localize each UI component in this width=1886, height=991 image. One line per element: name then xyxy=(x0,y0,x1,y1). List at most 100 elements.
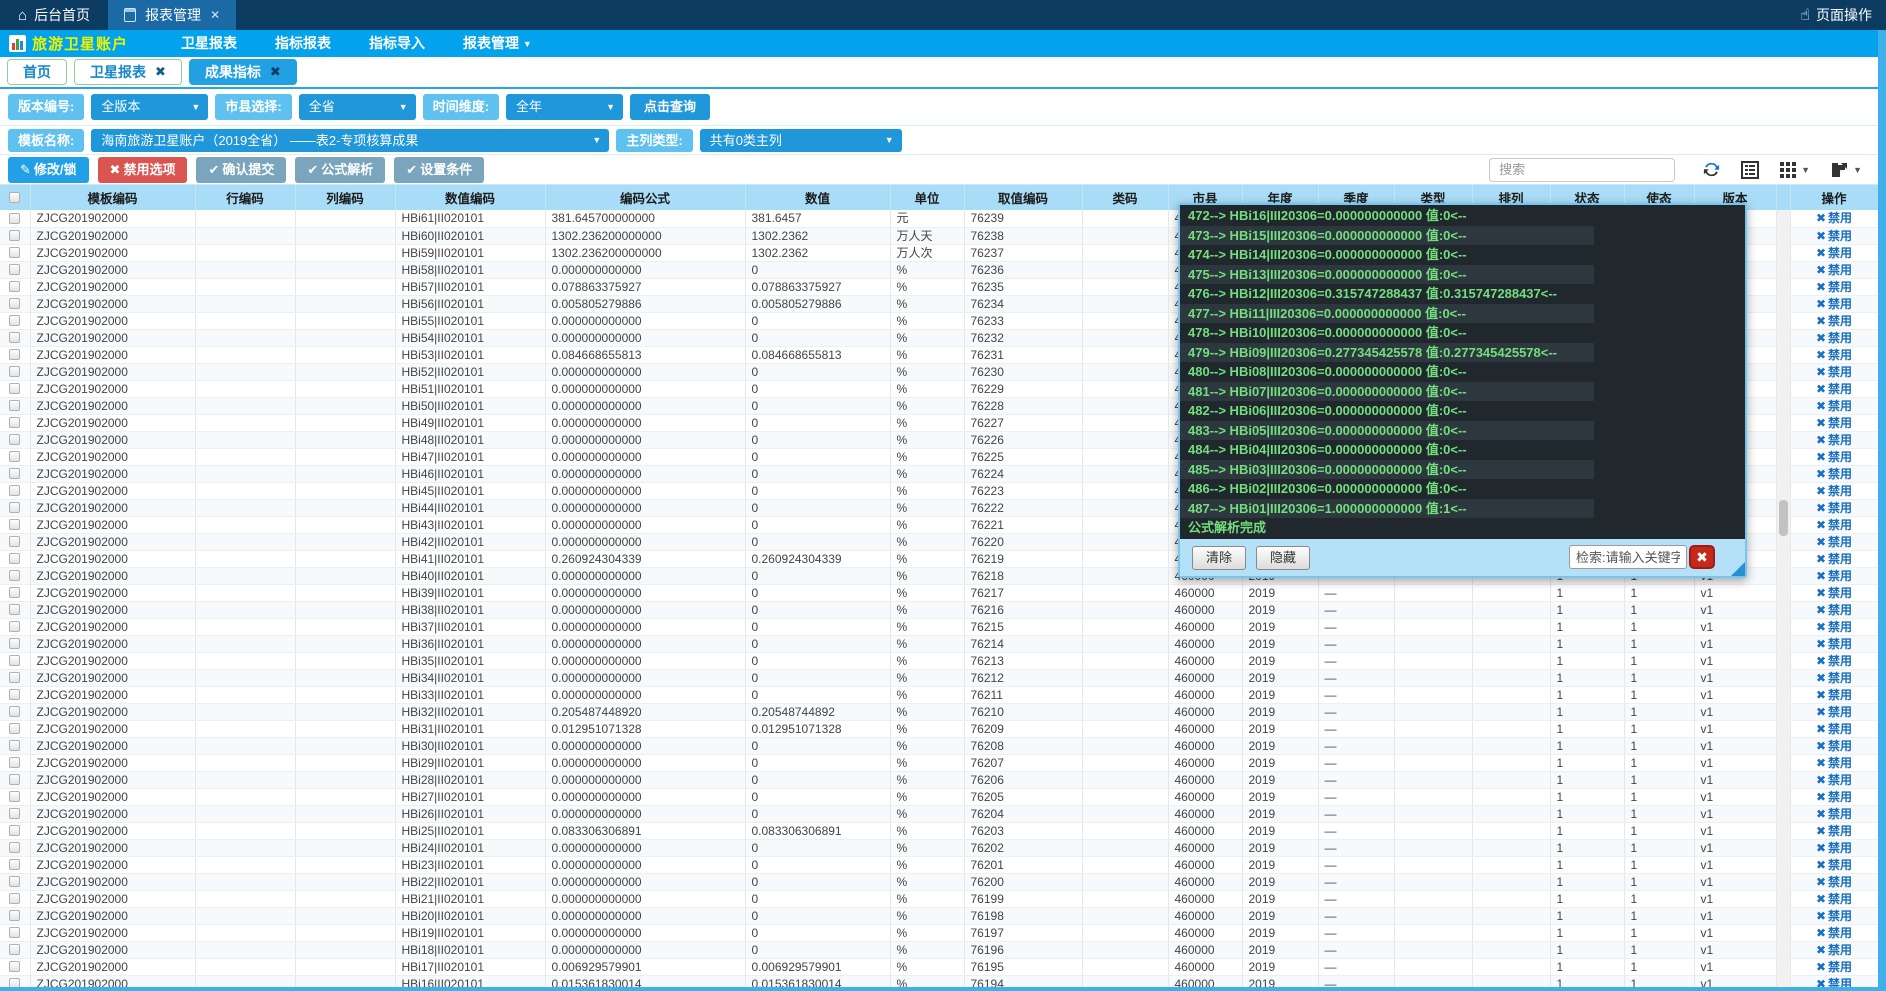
cell-select[interactable] xyxy=(0,329,30,346)
cell-select[interactable] xyxy=(0,822,30,839)
cell-select[interactable] xyxy=(0,533,30,550)
row-checkbox[interactable] xyxy=(9,859,20,870)
row-checkbox[interactable] xyxy=(9,944,20,955)
cell-select[interactable] xyxy=(0,363,30,380)
disable-link[interactable]: 禁用 xyxy=(1828,841,1852,855)
tab-satellite-report[interactable]: 卫星报表 ✖ xyxy=(74,59,182,85)
row-checkbox[interactable] xyxy=(9,842,20,853)
row-checkbox[interactable] xyxy=(9,485,20,496)
row-checkbox[interactable] xyxy=(9,638,20,649)
table-row[interactable]: ZJCG201902000HBi25|II0201010.08330630689… xyxy=(0,822,1878,839)
table-row[interactable]: ZJCG201902000HBi30|II0201010.00000000000… xyxy=(0,737,1878,754)
district-select[interactable]: 全省▼ xyxy=(299,94,416,120)
time-dimension-select[interactable]: 全年▼ xyxy=(506,94,623,120)
row-checkbox[interactable] xyxy=(9,417,20,428)
row-checkbox[interactable] xyxy=(9,502,20,513)
cell-select[interactable] xyxy=(0,618,30,635)
disable-link[interactable]: 禁用 xyxy=(1828,824,1852,838)
disable-link[interactable]: 禁用 xyxy=(1828,535,1852,549)
cell-select[interactable] xyxy=(0,448,30,465)
list-view-button[interactable] xyxy=(1741,161,1759,179)
resize-corner[interactable] xyxy=(1731,562,1745,576)
select-all-checkbox[interactable] xyxy=(9,192,20,203)
row-checkbox[interactable] xyxy=(9,587,20,598)
row-checkbox[interactable] xyxy=(9,281,20,292)
cell-select[interactable] xyxy=(0,839,30,856)
disable-link[interactable]: 禁用 xyxy=(1828,739,1852,753)
cell-select[interactable] xyxy=(0,686,30,703)
page-operations-button[interactable]: ☝ 页面操作 xyxy=(1786,0,1886,30)
window-tab-report-management[interactable]: 报表管理 ✕ xyxy=(108,0,236,30)
row-checkbox[interactable] xyxy=(9,349,20,360)
cell-select[interactable] xyxy=(0,907,30,924)
cell-select[interactable] xyxy=(0,210,30,227)
row-checkbox[interactable] xyxy=(9,570,20,581)
disable-link[interactable]: 禁用 xyxy=(1828,790,1852,804)
disable-link[interactable]: 禁用 xyxy=(1828,382,1852,396)
confirm-submit-button[interactable]: ✔确认提交 xyxy=(196,157,286,183)
disable-link[interactable]: 禁用 xyxy=(1828,450,1852,464)
cell-select[interactable] xyxy=(0,550,30,567)
row-checkbox[interactable] xyxy=(9,553,20,564)
disable-link[interactable]: 禁用 xyxy=(1828,926,1852,940)
column-header-formula[interactable]: 编码公式 xyxy=(545,185,745,210)
clear-button[interactable]: 清除 xyxy=(1192,546,1246,570)
row-checkbox[interactable] xyxy=(9,451,20,462)
row-checkbox[interactable] xyxy=(9,808,20,819)
table-row[interactable]: ZJCG201902000HBi34|II0201010.00000000000… xyxy=(0,669,1878,686)
header-select-all[interactable] xyxy=(0,185,30,210)
export-button[interactable]: ▼ xyxy=(1830,161,1862,179)
disable-link[interactable]: 禁用 xyxy=(1828,399,1852,413)
page-scrollbar[interactable] xyxy=(1878,0,1886,991)
cell-select[interactable] xyxy=(0,669,30,686)
keyword-search-input[interactable] xyxy=(1569,545,1687,569)
column-header-fetch-code[interactable]: 取值编码 xyxy=(964,185,1082,210)
cell-select[interactable] xyxy=(0,584,30,601)
columns-button[interactable]: ▼ xyxy=(1779,161,1810,179)
table-row[interactable]: ZJCG201902000HBi22|II0201010.00000000000… xyxy=(0,873,1878,890)
row-checkbox[interactable] xyxy=(9,655,20,666)
row-checkbox[interactable] xyxy=(9,604,20,615)
table-row[interactable]: ZJCG201902000HBi32|II0201010.20548744892… xyxy=(0,703,1878,720)
table-row[interactable]: ZJCG201902000HBi36|II0201010.00000000000… xyxy=(0,635,1878,652)
tab-result-indicators[interactable]: 成果指标 ✖ xyxy=(189,59,297,85)
table-row[interactable]: ZJCG201902000HBi18|II0201010.00000000000… xyxy=(0,941,1878,958)
row-checkbox[interactable] xyxy=(9,383,20,394)
close-icon[interactable]: ✕ xyxy=(210,8,220,22)
disable-link[interactable]: 禁用 xyxy=(1828,892,1852,906)
row-checkbox[interactable] xyxy=(9,621,20,632)
close-search-button[interactable]: ✖ xyxy=(1689,545,1715,569)
column-header-value[interactable]: 数值 xyxy=(745,185,890,210)
row-checkbox[interactable] xyxy=(9,791,20,802)
row-checkbox[interactable] xyxy=(9,536,20,547)
disable-link[interactable]: 禁用 xyxy=(1828,875,1852,889)
row-checkbox[interactable] xyxy=(9,689,20,700)
cell-select[interactable] xyxy=(0,601,30,618)
disable-link[interactable]: 禁用 xyxy=(1828,688,1852,702)
column-header-col-code[interactable]: 列编码 xyxy=(295,185,395,210)
search-input[interactable] xyxy=(1489,158,1675,182)
cell-select[interactable] xyxy=(0,703,30,720)
cell-select[interactable] xyxy=(0,278,30,295)
column-header-row-code[interactable]: 行编码 xyxy=(195,185,295,210)
cell-select[interactable] xyxy=(0,652,30,669)
table-row[interactable]: ZJCG201902000HBi28|II0201010.00000000000… xyxy=(0,771,1878,788)
row-checkbox[interactable] xyxy=(9,315,20,326)
column-header-operation[interactable]: 操作 xyxy=(1790,185,1878,210)
version-select[interactable]: 全版本▼ xyxy=(91,94,208,120)
cell-select[interactable] xyxy=(0,414,30,431)
cell-select[interactable] xyxy=(0,567,30,584)
refresh-button[interactable] xyxy=(1702,160,1721,179)
cell-select[interactable] xyxy=(0,227,30,244)
disable-link[interactable]: 禁用 xyxy=(1828,297,1852,311)
table-row[interactable]: ZJCG201902000HBi17|II0201010.00692957990… xyxy=(0,958,1878,975)
row-checkbox[interactable] xyxy=(9,774,20,785)
cell-select[interactable] xyxy=(0,380,30,397)
row-checkbox[interactable] xyxy=(9,519,20,530)
cell-select[interactable] xyxy=(0,465,30,482)
disable-link[interactable]: 禁用 xyxy=(1828,756,1852,770)
menu-satellite-report[interactable]: 卫星报表 xyxy=(162,30,256,58)
disable-link[interactable]: 禁用 xyxy=(1828,654,1852,668)
table-row[interactable]: ZJCG201902000HBi20|II0201010.00000000000… xyxy=(0,907,1878,924)
cell-select[interactable] xyxy=(0,295,30,312)
